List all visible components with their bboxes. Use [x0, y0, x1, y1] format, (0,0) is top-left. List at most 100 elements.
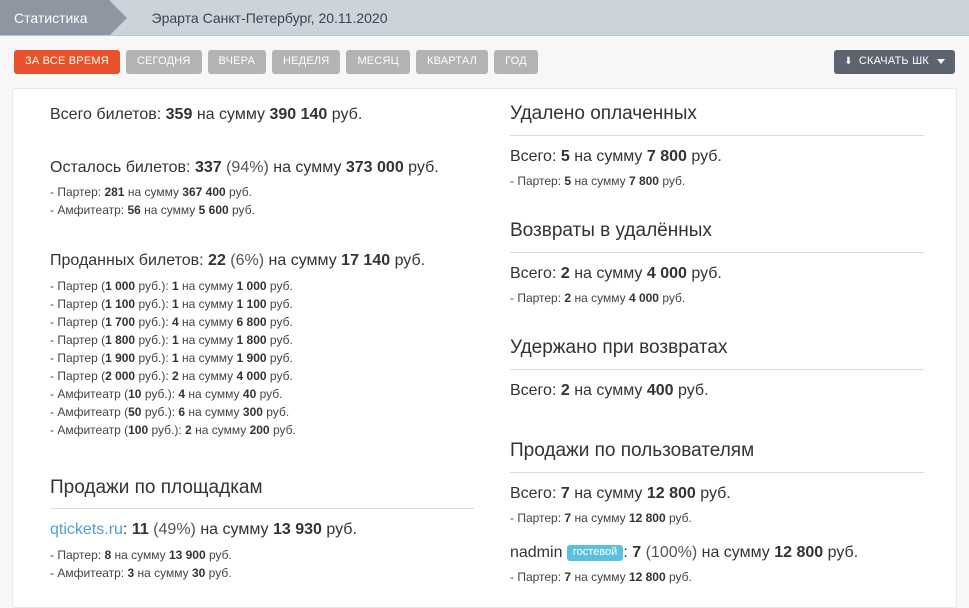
- detail-row-mid: на сумму: [137, 565, 189, 580]
- sales-by-user-mid: на сумму: [574, 484, 643, 502]
- sold-tickets-block: Проданных билетов: 22 (6%) на сумму 17 1…: [50, 249, 474, 438]
- priced-row-mid: на сумму: [182, 296, 234, 311]
- priced-row-count: 1: [172, 350, 179, 365]
- priced-row-price: 1 100: [105, 296, 136, 311]
- deleted-paid-rows: - Партер: 5 на сумму 7 800 руб.: [510, 172, 924, 190]
- detail-row-count: 7: [564, 510, 572, 525]
- venue-source-link[interactable]: qtickets.ru: [50, 521, 123, 538]
- refunds-in-deleted-title: Возвраты в удалённых: [509, 220, 924, 253]
- statistics-panel: Всего билетов: 359 на сумму 390 140 руб.…: [12, 88, 957, 608]
- priced-row-price-unit: руб.):: [151, 422, 182, 437]
- priced-detail-row: - Партер (1 800 руб.): 1 на сумму 1 800 …: [50, 331, 474, 349]
- period-button-2[interactable]: ВЧЕРА: [207, 50, 266, 74]
- priced-detail-row: - Партер (1 100 руб.): 1 на сумму 1 100 …: [50, 295, 474, 313]
- withheld-total-line: Всего: 2 на сумму 400 руб.: [510, 379, 924, 402]
- priced-row-mid: на сумму: [182, 368, 234, 383]
- detail-row: - Партер: 7 на сумму 12 800 руб.: [510, 509, 924, 527]
- remaining-tickets-count: 337: [194, 159, 222, 177]
- detail-row-mid: на сумму: [574, 290, 626, 305]
- priced-row-price-unit: руб.):: [138, 368, 169, 383]
- detail-row-count: 2: [564, 290, 572, 305]
- detail-row-mid: на сумму: [144, 203, 196, 218]
- statistics-right-column: Удалено оплаченных Всего: 5 на сумму 7 8…: [484, 103, 956, 602]
- period-button-4[interactable]: МЕСЯЦ: [346, 50, 410, 74]
- sales-by-venue-line: qtickets.ru: 11 (49%) на сумму 13 930 ру…: [50, 518, 474, 541]
- detail-row-sum: 12 800: [628, 510, 666, 525]
- detail-row-name: - Амфитеатр:: [50, 203, 125, 218]
- download-barcodes-wrapper: ⬇ СКАЧАТЬ ШК: [834, 50, 955, 74]
- breadcrumb-item-statistics[interactable]: Статистика: [0, 0, 126, 36]
- priced-row-price: 2 000: [105, 368, 136, 383]
- detail-row-count: 7: [564, 570, 572, 585]
- period-button-5[interactable]: КВАРТАЛ: [415, 50, 489, 74]
- detail-row-sum: 7 800: [628, 173, 659, 188]
- priced-row-mid: на сумму: [188, 404, 240, 419]
- priced-row-sum: 1 100: [236, 296, 267, 311]
- remaining-tickets-block: Осталось билетов: 337 (94%) на сумму 373…: [50, 156, 474, 219]
- refunds-in-deleted-count: 2: [560, 264, 570, 282]
- priced-row-name: - Партер (: [50, 296, 106, 311]
- period-button-3[interactable]: НЕДЕЛЯ: [272, 50, 341, 74]
- priced-row-price: 1 700: [105, 314, 136, 329]
- period-button-group: ЗА ВСЕ ВРЕМЯ СЕГОДНЯ ВЧЕРА НЕДЕЛЯ МЕСЯЦ КВАРТ…: [14, 50, 538, 74]
- priced-row-price-unit: руб.):: [144, 386, 176, 401]
- period-button-0[interactable]: ЗА ВСЕ ВРЕМЯ: [14, 50, 120, 74]
- remaining-tickets-sum: 373 000: [345, 159, 404, 177]
- withheld-total-label: Всего:: [509, 381, 557, 399]
- withheld-on-refunds-title: Удержано при возвратах: [509, 337, 924, 370]
- priced-row-unit: руб.: [269, 368, 293, 383]
- breadcrumb-current-event: Эрарта Санкт-Петербург, 20.11.2020: [151, 10, 388, 26]
- remaining-tickets-line: Осталось билетов: 337 (94%) на сумму 373…: [50, 156, 474, 179]
- remaining-tickets-rows: - Партер: 281 на сумму 367 400 руб. - Амф…: [50, 183, 474, 219]
- sales-by-venue-rows: - Партер: 8 на сумму 13 900 руб. - Амфите…: [50, 546, 474, 582]
- statistics-panel-body: Всего билетов: 359 на сумму 390 140 руб.…: [13, 89, 956, 602]
- priced-row-sum: 1 800: [236, 332, 267, 347]
- deleted-paid-count: 5: [560, 147, 570, 165]
- sales-by-user-sum: 12 800: [646, 484, 696, 502]
- priced-row-unit: руб.: [259, 386, 283, 401]
- venue-mid: на сумму: [200, 521, 269, 539]
- remaining-tickets-percent: (94%): [226, 159, 269, 177]
- detail-row-unit: руб.: [668, 570, 692, 585]
- user-nadmin-count: 7: [632, 543, 642, 561]
- withheld-unit: руб.: [678, 381, 709, 399]
- priced-row-mid: на сумму: [182, 278, 234, 293]
- priced-row-count: 2: [185, 422, 192, 437]
- detail-row-name: - Партер:: [509, 510, 562, 525]
- priced-row-mid: на сумму: [182, 350, 234, 365]
- period-button-6[interactable]: ГОД: [494, 50, 538, 74]
- priced-row-price: 100: [128, 422, 149, 437]
- download-icon: ⬇: [844, 55, 853, 67]
- total-tickets-unit: руб.: [331, 106, 363, 123]
- priced-row-count: 1: [172, 296, 179, 311]
- venue-percent: (49%): [153, 521, 196, 539]
- priced-row-count: 1: [172, 332, 179, 347]
- priced-row-sum: 4 000: [236, 368, 267, 383]
- deleted-paid-unit: руб.: [691, 147, 722, 165]
- priced-row-count: 6: [178, 404, 186, 419]
- detail-row-count: 281: [104, 185, 125, 200]
- detail-row-mid: на сумму: [574, 570, 626, 585]
- priced-row-unit: руб.: [269, 296, 293, 311]
- download-barcodes-button[interactable]: ⬇ СКАЧАТЬ ШК: [834, 50, 955, 74]
- period-button-1[interactable]: СЕГОДНЯ: [125, 50, 202, 74]
- priced-row-name: - Амфитеатр (: [50, 422, 129, 437]
- venue-unit: руб.: [326, 521, 357, 539]
- priced-row-name: - Партер (: [50, 332, 106, 347]
- detail-row-sum: 4 000: [628, 290, 659, 305]
- deleted-paid-total-line: Всего: 5 на сумму 7 800 руб.: [510, 145, 924, 168]
- detail-row-unit: руб.: [662, 173, 686, 188]
- priced-row-unit: руб.: [269, 350, 293, 365]
- remaining-tickets-label: Осталось билетов:: [50, 159, 191, 177]
- breadcrumb-bar: Статистика Эрарта Санкт-Петербург, 20.11…: [0, 0, 969, 36]
- download-barcodes-label: СКАЧАТЬ ШК: [858, 55, 929, 67]
- detail-row-unit: руб.: [232, 203, 255, 218]
- priced-row-count: 2: [172, 368, 179, 383]
- detail-row-unit: руб.: [229, 185, 252, 200]
- priced-detail-row: - Партер (2 000 руб.): 2 на сумму 4 000 …: [50, 367, 474, 385]
- deleted-paid-total-label: Всего:: [509, 147, 557, 165]
